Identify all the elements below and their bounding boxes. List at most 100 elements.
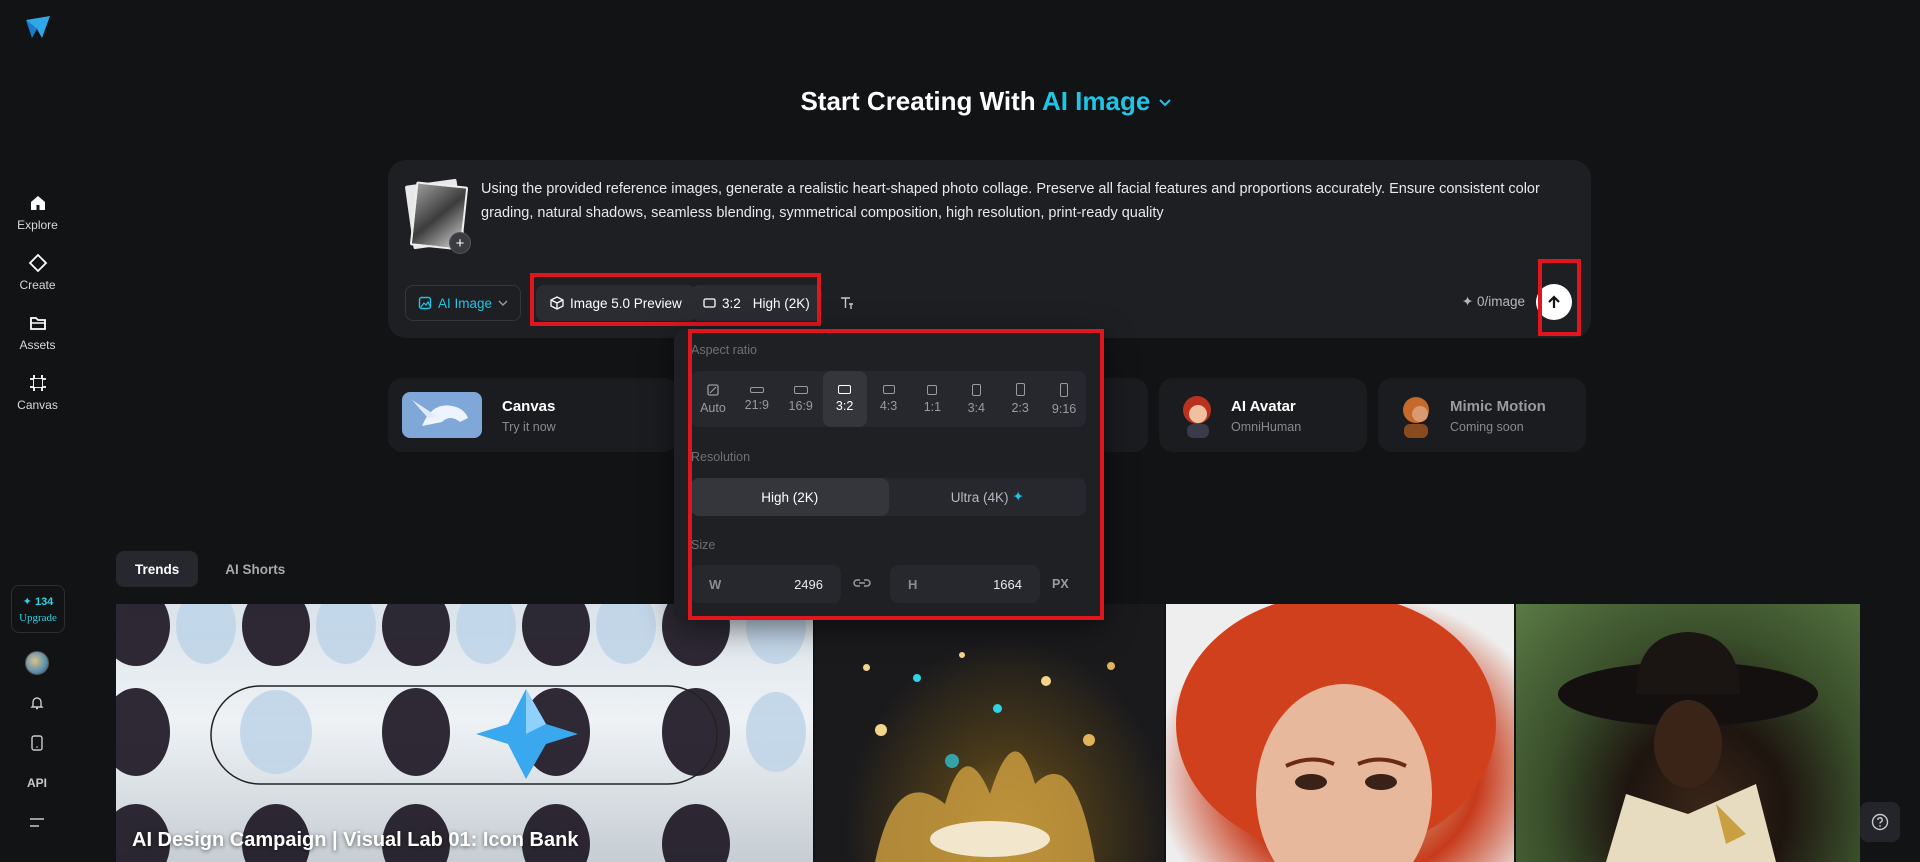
resolution-label-text: Ultra (4K) bbox=[950, 489, 1009, 505]
gallery-item-featured[interactable]: AI Design Campaign | Visual Lab 01: Icon… bbox=[116, 604, 813, 862]
hat-portrait-artwork bbox=[1558, 632, 1818, 862]
ratio-option-auto[interactable]: Auto bbox=[691, 371, 735, 427]
red-hair-portrait-artwork bbox=[1176, 604, 1496, 862]
gallery-item-red-curls[interactable] bbox=[1166, 604, 1514, 862]
ratio-shape-icon bbox=[1060, 382, 1069, 397]
height-input[interactable]: H 1664 bbox=[890, 565, 1040, 603]
canvas-icon bbox=[29, 375, 46, 391]
ratio-shape-icon bbox=[1015, 383, 1025, 396]
mode-selector[interactable]: AI Image bbox=[1042, 86, 1172, 116]
ratio-icon bbox=[703, 298, 716, 308]
cost-per-image: ✦ 0/image bbox=[1461, 294, 1525, 309]
mobile-icon[interactable] bbox=[27, 733, 47, 753]
mode-label: AI Image bbox=[1041, 86, 1151, 116]
ratio-label: 16:9 bbox=[788, 398, 813, 413]
app-logo[interactable] bbox=[24, 14, 52, 42]
icon-bank-artwork bbox=[116, 604, 806, 862]
feature-title: Canvas bbox=[502, 398, 556, 415]
text-format-button[interactable] bbox=[829, 285, 865, 321]
ratio-quality-button[interactable]: 3:2 High (2K) bbox=[691, 285, 822, 321]
credits-upgrade-button[interactable]: ✦ 134 Upgrade bbox=[11, 585, 65, 633]
aspect-ratio-options: Auto 21:9 16:9 3:2 4:3 1:1 3:4 2:3 9:16 bbox=[691, 371, 1086, 427]
height-key: H bbox=[908, 576, 918, 592]
link-icon[interactable] bbox=[852, 576, 872, 590]
diamond-icon bbox=[28, 253, 47, 273]
upgrade-label: Upgrade bbox=[19, 611, 57, 624]
page-title: Start Creating With AI Image bbox=[0, 86, 1920, 117]
image-icon bbox=[418, 296, 432, 310]
folder-icon bbox=[29, 317, 46, 330]
sidebar-item-label: Canvas bbox=[17, 398, 58, 412]
width-key: W bbox=[709, 576, 722, 592]
feature-card-mimic-motion[interactable]: Mimic Motion Coming soon bbox=[1378, 378, 1586, 452]
resolution-label: Resolution bbox=[691, 450, 751, 464]
resolution-option-high[interactable]: High (2K) bbox=[691, 478, 889, 516]
feature-card-ai-avatar[interactable]: AI Avatar OmniHuman bbox=[1159, 378, 1367, 452]
help-button[interactable] bbox=[1860, 802, 1900, 842]
ratio-label: 21:9 bbox=[744, 397, 769, 412]
mode-dropdown[interactable]: AI Image bbox=[405, 285, 522, 321]
aspect-ratio-label: Aspect ratio bbox=[691, 343, 758, 357]
ratio-label: Auto bbox=[700, 400, 726, 415]
ratio-group: 3:2 bbox=[703, 296, 741, 311]
text-format-icon bbox=[841, 297, 853, 309]
resolution-options: High (2K) Ultra (4K) ✦ bbox=[691, 478, 1086, 516]
ratio-label: 3:2 bbox=[722, 295, 741, 311]
tab-trends[interactable]: Trends bbox=[116, 551, 199, 587]
chevron-down-icon bbox=[498, 300, 508, 306]
api-link[interactable]: API bbox=[27, 773, 47, 793]
resolution-label-text: High (2K) bbox=[761, 489, 819, 505]
gold-splash-artwork bbox=[875, 751, 1095, 862]
avatar[interactable] bbox=[25, 651, 49, 675]
sidebar-item-assets[interactable]: Assets bbox=[0, 313, 75, 352]
model-label: Image 5.0 Preview bbox=[570, 295, 682, 311]
sidebar-item-create[interactable]: Create bbox=[0, 253, 75, 292]
auto-ratio-icon bbox=[707, 383, 719, 396]
ratio-label: 2:3 bbox=[1011, 401, 1029, 415]
sparkle-icon: ✦ bbox=[1012, 489, 1024, 504]
credits-count: ✦ 134 bbox=[22, 595, 54, 608]
menu-icon[interactable] bbox=[27, 813, 47, 833]
bell-icon[interactable] bbox=[27, 693, 47, 713]
ratio-option-3-2[interactable]: 3:2 bbox=[822, 371, 867, 427]
title-prefix: Start Creating With bbox=[800, 86, 1036, 116]
prompt-card: + Using the provided reference images, g… bbox=[388, 160, 1591, 338]
ratio-option-4-3[interactable]: 4:3 bbox=[867, 371, 911, 427]
send-button[interactable] bbox=[1536, 284, 1572, 320]
model-selector-button[interactable]: Image 5.0 Preview bbox=[536, 285, 696, 321]
feature-subtitle: Coming soon bbox=[1450, 420, 1524, 434]
ratio-label: 4:3 bbox=[879, 399, 898, 413]
ratio-label: 9:16 bbox=[1051, 401, 1077, 416]
ratio-option-9-16[interactable]: 9:16 bbox=[1042, 371, 1086, 427]
chevron-down-icon bbox=[1158, 99, 1171, 107]
size-label: Size bbox=[691, 538, 716, 552]
sidebar-item-label: Create bbox=[19, 278, 56, 292]
ratio-option-1-1[interactable]: 1:1 bbox=[910, 371, 954, 427]
pegasus-thumbnail bbox=[402, 392, 482, 438]
width-value: 2496 bbox=[794, 576, 823, 592]
size-unit: PX bbox=[1052, 577, 1069, 591]
ratio-shape-icon bbox=[971, 383, 981, 396]
gallery-item-hat-portrait[interactable] bbox=[1516, 604, 1860, 862]
ratio-option-16-9[interactable]: 16:9 bbox=[779, 371, 823, 427]
add-image-button[interactable]: + bbox=[449, 232, 471, 254]
sidebar-item-explore[interactable]: Explore bbox=[0, 193, 75, 232]
arrow-up-icon bbox=[1548, 295, 1560, 308]
ratio-option-21-9[interactable]: 21:9 bbox=[735, 371, 779, 427]
sidebar: Explore Create Assets Canvas ✦ 134 Upgra… bbox=[0, 0, 75, 862]
reference-images-thumbnail[interactable]: + bbox=[404, 178, 471, 254]
tab-ai-shorts[interactable]: AI Shorts bbox=[206, 551, 304, 587]
gallery-item-gold-splash[interactable] bbox=[815, 604, 1164, 862]
ratio-shape-icon bbox=[838, 385, 852, 394]
sidebar-item-canvas[interactable]: Canvas bbox=[0, 373, 75, 412]
sidebar-item-label: Assets bbox=[19, 338, 56, 352]
feature-card-canvas[interactable]: Canvas Try it now bbox=[388, 378, 678, 452]
ratio-label: 3:4 bbox=[967, 400, 985, 415]
prompt-input[interactable]: Using the provided reference images, gen… bbox=[481, 177, 1571, 225]
ratio-label: 1:1 bbox=[923, 399, 942, 414]
gallery-tabs: Trends AI Shorts bbox=[116, 551, 304, 587]
ratio-option-3-4[interactable]: 3:4 bbox=[954, 371, 998, 427]
resolution-option-ultra[interactable]: Ultra (4K) ✦ bbox=[889, 478, 1087, 516]
width-input[interactable]: W 2496 bbox=[691, 565, 841, 603]
ratio-option-2-3[interactable]: 2:3 bbox=[998, 371, 1042, 427]
